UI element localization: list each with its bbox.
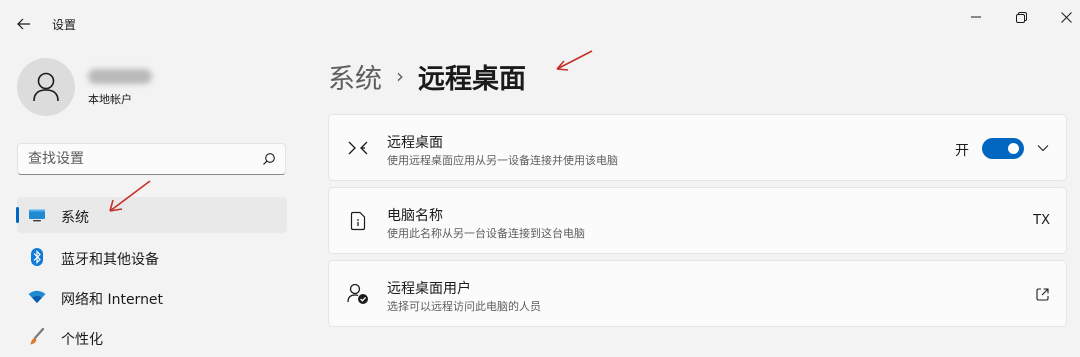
minimize-icon: [971, 16, 981, 18]
card-title: 远程桌面用户: [387, 281, 471, 297]
app-title: 设置: [52, 18, 77, 32]
sidebar-item-bluetooth[interactable]: 蓝牙和其他设备: [17, 239, 287, 275]
search-input[interactable]: [28, 150, 248, 168]
annotation-arrow-title: [556, 50, 593, 71]
pc-name-icon: [346, 209, 370, 233]
minimize-button[interactable]: [964, 6, 988, 28]
brush-icon: [27, 327, 47, 347]
active-indicator: [16, 207, 19, 223]
user-name-redacted: [88, 69, 152, 84]
remote-desktop-toggle[interactable]: [982, 138, 1024, 159]
card-title: 远程桌面: [387, 135, 443, 151]
card-description: 使用此名称从另一台设备连接到这台电脑: [387, 227, 585, 240]
bluetooth-icon: [27, 247, 47, 267]
sidebar-item-label: 个性化: [61, 332, 103, 348]
remote-users-card[interactable]: 远程桌面用户 选择可以远程访问此电脑的人员: [328, 260, 1067, 327]
restore-button[interactable]: [1009, 6, 1033, 28]
sidebar-item-network[interactable]: 网络和 Internet: [17, 279, 287, 315]
card-description: 使用远程桌面应用从另一设备连接并使用该电脑: [387, 154, 618, 167]
account-type: 本地帐户: [88, 93, 132, 106]
search-icon[interactable]: [262, 152, 276, 166]
toggle-knob: [1008, 143, 1019, 154]
sidebar-item-label: 蓝牙和其他设备: [61, 252, 159, 268]
breadcrumb-parent[interactable]: 系统: [328, 57, 382, 96]
pc-name-value: TX: [1033, 213, 1050, 228]
toggle-state-label: 开: [955, 143, 969, 159]
chevron-down-icon: [1037, 145, 1049, 152]
sidebar-item-label: 网络和 Internet: [61, 292, 164, 308]
breadcrumb-separator: ›: [396, 64, 404, 88]
sidebar-item-personalization[interactable]: 个性化: [17, 319, 287, 355]
settings-window: 设置 本地帐户 查找设置 系统 蓝牙和其他设备 网络和 Internet 个性化…: [0, 0, 1080, 357]
card-title: 电脑名称: [387, 208, 443, 224]
back-button[interactable]: [12, 14, 36, 34]
pc-name-card: 电脑名称 使用此名称从另一台设备连接到这台电脑 TX: [328, 187, 1067, 254]
title-bar: 设置: [0, 0, 1080, 46]
remote-desktop-icon: [346, 136, 370, 160]
search-box[interactable]: [17, 143, 286, 175]
avatar[interactable]: [17, 58, 75, 116]
monitor-icon: [27, 205, 47, 225]
page-title: 远程桌面: [418, 63, 526, 95]
remote-users-icon: [346, 282, 370, 306]
sidebar-item-label: 系统: [61, 210, 89, 226]
breadcrumb: 系统 › 远程桌面: [328, 56, 526, 96]
wifi-icon: [27, 287, 47, 307]
user-icon: [33, 72, 59, 102]
card-description: 选择可以远程访问此电脑的人员: [387, 300, 541, 313]
restore-icon: [1015, 11, 1027, 23]
external-link-icon: [1035, 287, 1049, 301]
back-arrow-icon: [17, 18, 30, 30]
open-external-button[interactable]: [1033, 285, 1051, 303]
close-icon: [1060, 11, 1072, 23]
close-button[interactable]: [1054, 6, 1078, 28]
sidebar-item-system[interactable]: 系统: [16, 197, 287, 233]
remote-desktop-card[interactable]: 远程桌面 使用远程桌面应用从另一设备连接并使用该电脑 开: [328, 114, 1067, 181]
expand-button[interactable]: [1034, 139, 1052, 157]
